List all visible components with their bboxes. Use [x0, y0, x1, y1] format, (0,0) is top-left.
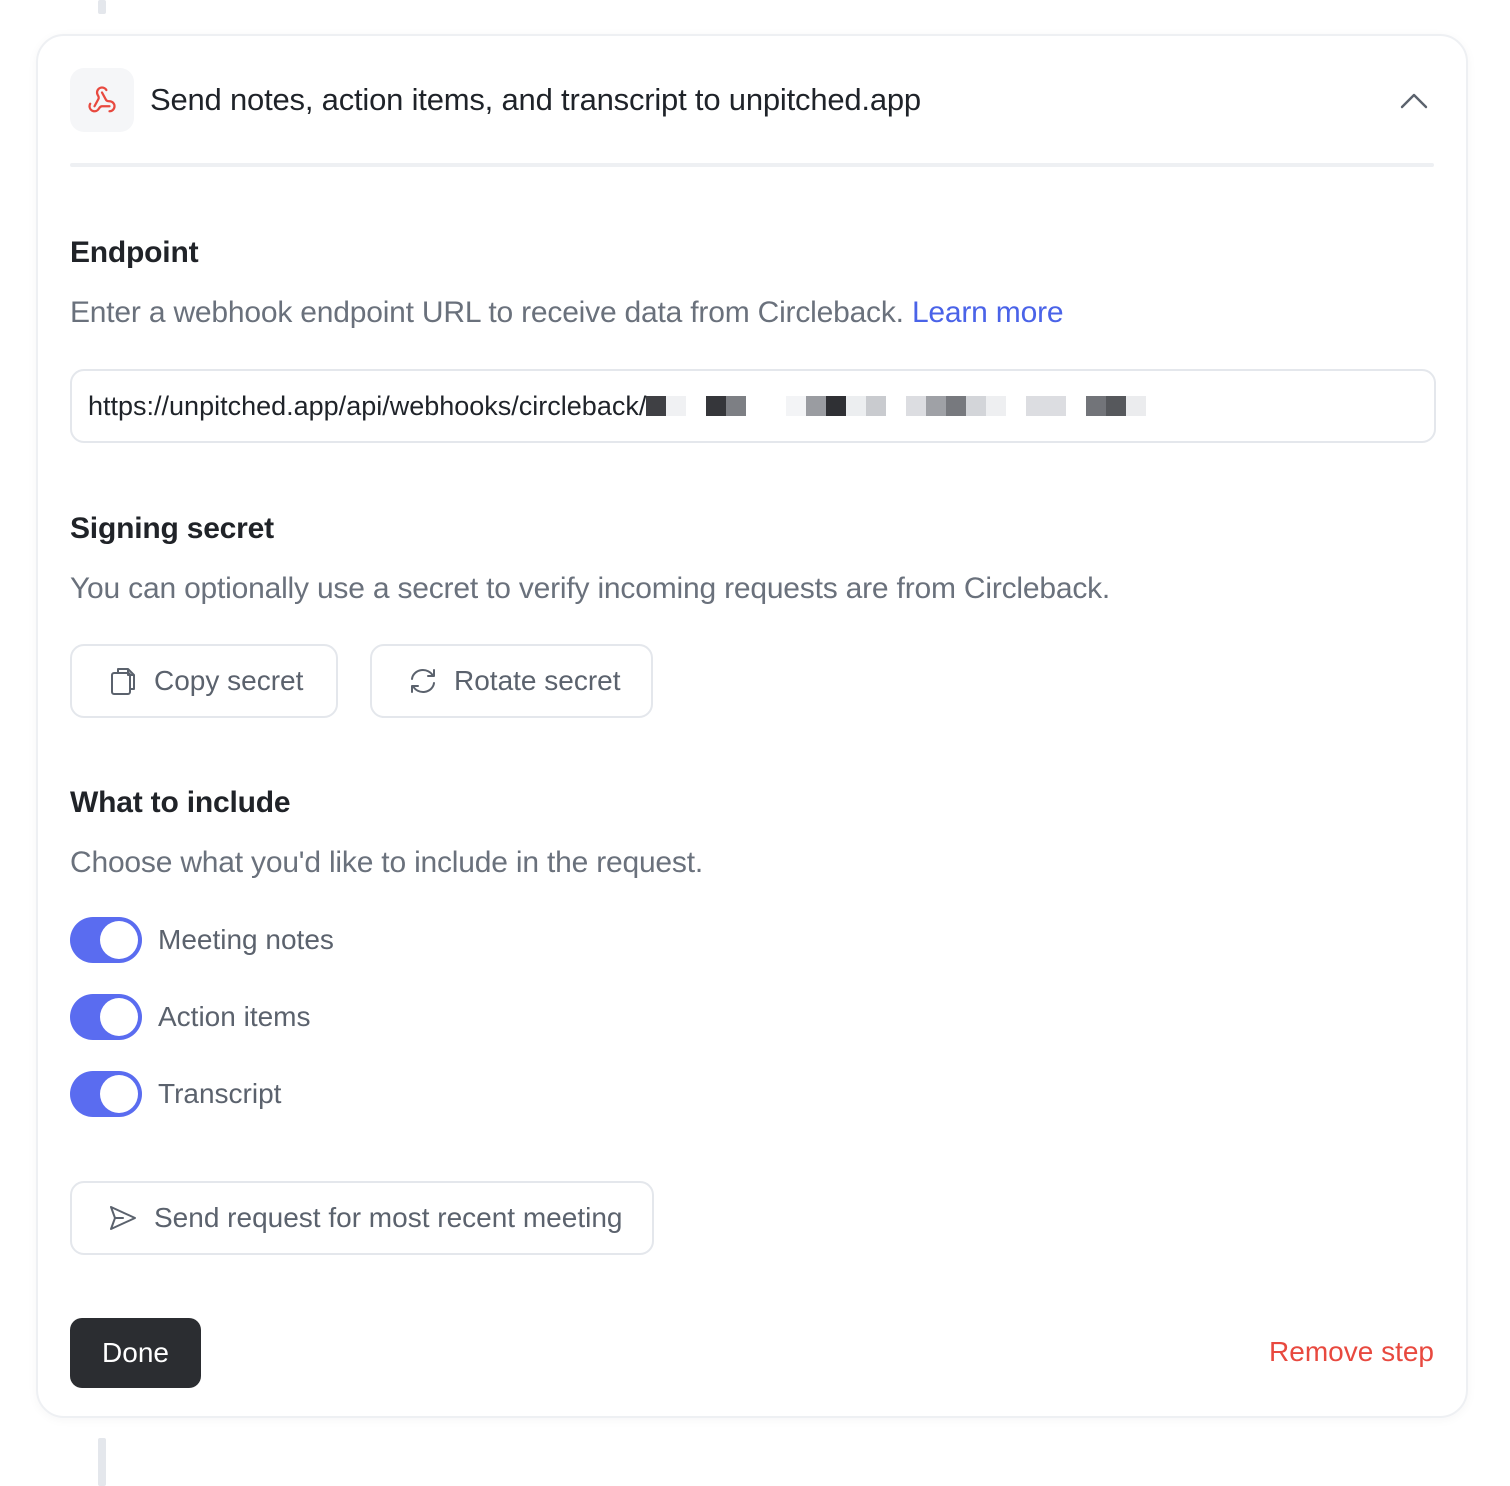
include-heading: What to include: [70, 786, 291, 819]
endpoint-url-input[interactable]: https://unpitched.app/api/webhooks/circl…: [70, 369, 1436, 443]
include-description: Choose what you'd like to include in the…: [70, 846, 703, 879]
copy-secret-label: Copy secret: [154, 665, 304, 696]
toggle-knob: [100, 998, 138, 1036]
webhook-step-card: Send notes, action items, and transcript…: [36, 34, 1468, 1418]
action-items-label: Action items: [158, 1001, 311, 1032]
toggle-knob: [100, 1075, 138, 1113]
copy-icon: [106, 664, 140, 698]
remove-step-button[interactable]: Remove step: [1269, 1336, 1434, 1368]
signing-secret-description: You can optionally use a secret to verif…: [70, 572, 1111, 605]
send-request-button[interactable]: Send request for most recent meeting: [70, 1181, 654, 1255]
redacted-url-segment: [646, 396, 1147, 416]
signing-secret-heading: Signing secret: [70, 512, 274, 545]
endpoint-description-text: Enter a webhook endpoint URL to receive …: [70, 296, 904, 329]
action-items-toggle[interactable]: [70, 994, 142, 1040]
flow-connector-bottom: [98, 1438, 106, 1486]
transcript-label: Transcript: [158, 1078, 282, 1109]
send-request-label: Send request for most recent meeting: [154, 1202, 623, 1233]
meeting-notes-toggle[interactable]: [70, 917, 142, 963]
meeting-notes-label: Meeting notes: [158, 924, 334, 955]
toggle-knob: [100, 921, 138, 959]
step-header[interactable]: Send notes, action items, and transcript…: [70, 68, 1434, 164]
learn-more-link[interactable]: Learn more: [912, 296, 1064, 329]
send-icon: [106, 1201, 140, 1235]
refresh-icon: [406, 664, 440, 698]
done-button[interactable]: Done: [70, 1318, 201, 1388]
chevron-up-icon[interactable]: [1396, 86, 1432, 116]
transcript-toggle[interactable]: [70, 1071, 142, 1117]
toggle-row-meeting-notes: Meeting notes: [70, 917, 334, 963]
endpoint-url-value: https://unpitched.app/api/webhooks/circl…: [88, 390, 647, 421]
toggle-row-transcript: Transcript: [70, 1071, 281, 1117]
endpoint-description: Enter a webhook endpoint URL to receive …: [70, 296, 1064, 330]
header-divider: [70, 163, 1434, 167]
endpoint-heading: Endpoint: [70, 236, 199, 269]
copy-secret-button[interactable]: Copy secret: [70, 644, 338, 718]
toggle-row-action-items: Action items: [70, 994, 311, 1040]
flow-connector-top: [98, 0, 106, 14]
rotate-secret-label: Rotate secret: [454, 665, 621, 696]
rotate-secret-button[interactable]: Rotate secret: [370, 644, 653, 718]
step-title: Send notes, action items, and transcript…: [150, 82, 921, 117]
webhook-icon: [70, 68, 134, 132]
